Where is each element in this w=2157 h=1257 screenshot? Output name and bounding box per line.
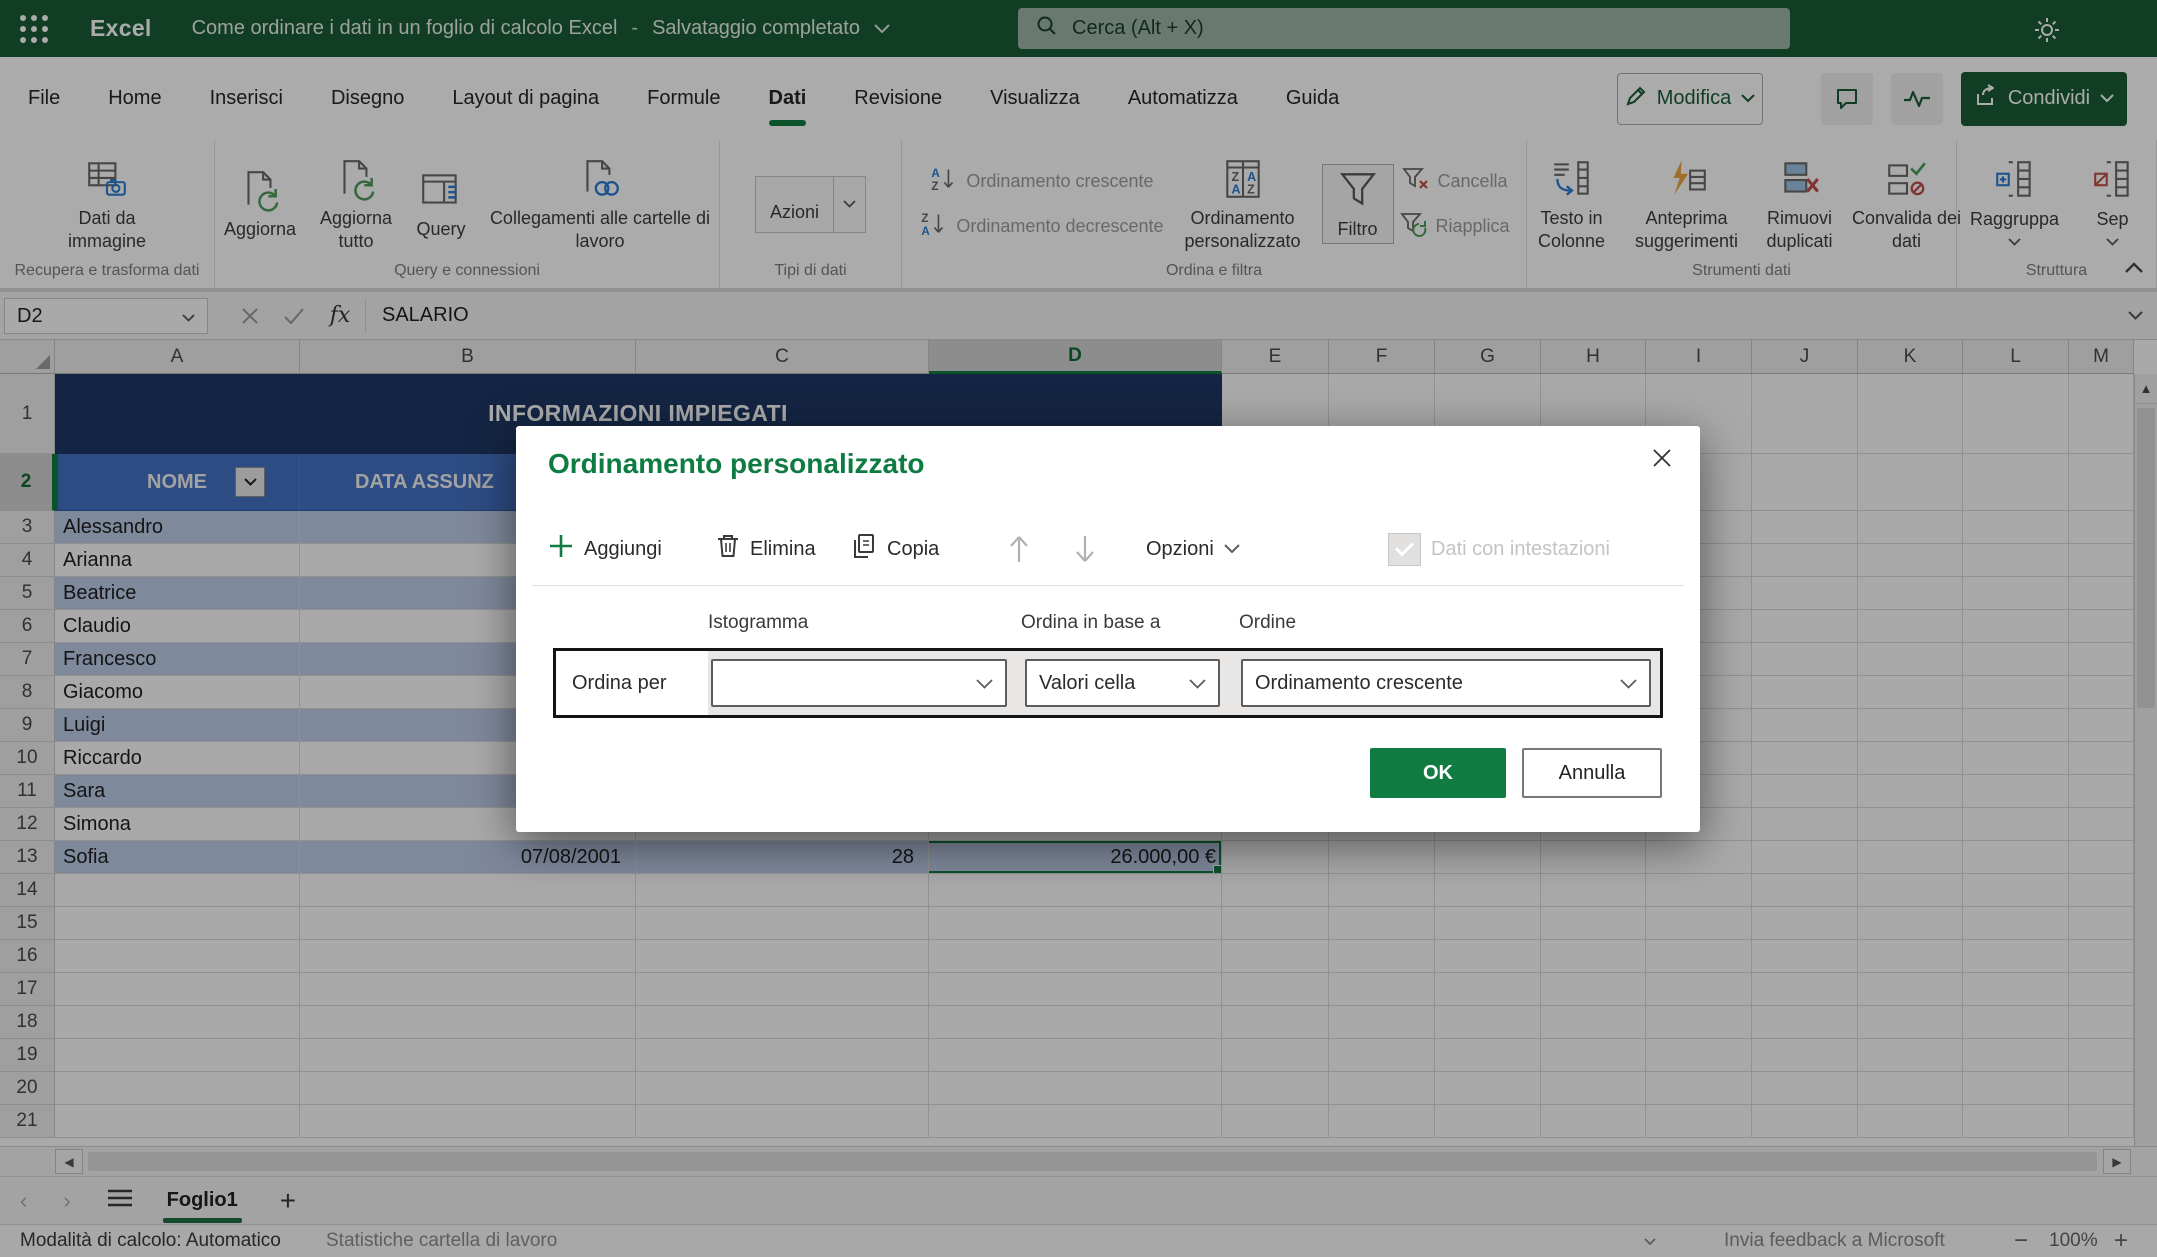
divider: [532, 585, 1684, 586]
chevron-down-icon: [1224, 544, 1240, 554]
sort-order-select[interactable]: Ordinamento crescente: [1241, 659, 1651, 707]
copy-level-button[interactable]: Copia: [851, 526, 939, 572]
column-header-sort-on: Ordina in base a: [1021, 612, 1160, 634]
delete-level-button[interactable]: Elimina: [716, 526, 816, 572]
sort-order-value: Ordinamento crescente: [1255, 672, 1463, 695]
sort-on-select[interactable]: Valori cella: [1025, 659, 1220, 707]
cancel-button[interactable]: Annulla: [1522, 748, 1662, 798]
move-up-button[interactable]: [1008, 526, 1030, 572]
move-down-button[interactable]: [1074, 526, 1096, 572]
chevron-down-icon: [976, 672, 993, 695]
trash-icon: [716, 533, 740, 565]
chevron-down-icon: [1620, 672, 1637, 695]
headers-checkbox[interactable]: Dati con intestazioni: [1388, 526, 1610, 572]
arrow-down-icon: [1074, 534, 1096, 564]
sort-by-label: Ordina per: [556, 651, 708, 715]
options-button[interactable]: Opzioni: [1146, 526, 1240, 572]
options-label: Opzioni: [1146, 538, 1214, 561]
plus-icon: [548, 533, 574, 565]
custom-sort-dialog: Ordinamento personalizzato Aggiungi Elim…: [516, 426, 1700, 832]
excel-online-window: Excel Come ordinare i dati in un foglio …: [0, 0, 2157, 1257]
dialog-title: Ordinamento personalizzato: [548, 448, 925, 480]
delete-level-label: Elimina: [750, 538, 816, 561]
sort-on-value: Valori cella: [1039, 672, 1135, 695]
sort-level-fields: Valori cella Ordinamento crescente: [708, 651, 1660, 715]
add-level-button[interactable]: Aggiungi: [548, 526, 662, 572]
chevron-down-icon: [1189, 672, 1206, 695]
column-header-histogram: Istogramma: [708, 612, 808, 634]
checkbox-checked-icon[interactable]: [1388, 533, 1421, 566]
headers-checkbox-label: Dati con intestazioni: [1431, 538, 1610, 561]
arrow-up-icon: [1008, 534, 1030, 564]
copy-icon: [851, 533, 877, 565]
column-header-order: Ordine: [1239, 612, 1296, 634]
copy-level-label: Copia: [887, 538, 939, 561]
ok-button[interactable]: OK: [1370, 748, 1506, 798]
add-level-label: Aggiungi: [584, 538, 662, 561]
dialog-toolbar: Aggiungi Elimina Copia Opzioni: [516, 526, 1700, 572]
sort-level-row[interactable]: Ordina per Valori cella Ordinamento cres…: [553, 648, 1663, 718]
sort-column-select[interactable]: [711, 659, 1007, 707]
close-icon[interactable]: [1646, 442, 1678, 474]
